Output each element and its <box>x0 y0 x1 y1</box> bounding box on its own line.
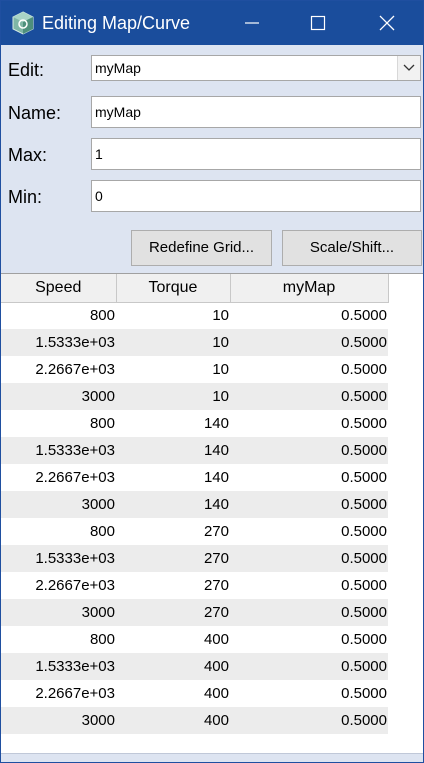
cell-torque[interactable]: 270 <box>116 572 230 599</box>
minimize-icon <box>245 22 259 24</box>
cell-speed[interactable]: 3000 <box>1 599 116 626</box>
cell-torque[interactable]: 140 <box>116 437 230 464</box>
scale-shift-button[interactable]: Scale/Shift... <box>282 230 422 266</box>
map-curve-editor-window: Editing Map/Curve Edit: myMap Name: myMa… <box>0 0 424 763</box>
cell-torque[interactable]: 270 <box>116 518 230 545</box>
edit-select[interactable]: myMap <box>91 55 421 81</box>
map-curve-icon <box>11 11 35 35</box>
cell-speed[interactable]: 800 <box>1 410 116 437</box>
cell-torque[interactable]: 400 <box>116 707 230 734</box>
window-bottom-edge <box>1 753 423 762</box>
table-row[interactable]: 1.5333e+03 400 0.5000 <box>1 653 388 680</box>
edit-label: Edit: <box>8 60 45 80</box>
cell-torque[interactable]: 10 <box>116 302 230 329</box>
table-row[interactable]: 2.2667e+03 270 0.5000 <box>1 572 388 599</box>
name-label: Name: <box>8 103 62 123</box>
cell-mymap[interactable]: 0.5000 <box>230 356 388 383</box>
close-icon <box>379 15 395 31</box>
map-data-grid[interactable]: Speed Torque myMap 800 10 0.5000 1.5333e+03… <box>1 273 423 754</box>
minimize-button[interactable] <box>229 1 275 45</box>
cell-mymap[interactable]: 0.5000 <box>230 302 388 329</box>
cell-mymap[interactable]: 0.5000 <box>230 518 388 545</box>
maximize-icon <box>310 15 326 31</box>
cell-torque[interactable]: 10 <box>116 383 230 410</box>
cell-speed[interactable]: 800 <box>1 518 116 545</box>
cell-speed[interactable]: 3000 <box>1 491 116 518</box>
table-row[interactable]: 2.2667e+03 10 0.5000 <box>1 356 388 383</box>
cell-mymap[interactable]: 0.5000 <box>230 383 388 410</box>
cell-torque[interactable]: 10 <box>116 329 230 356</box>
cell-speed[interactable]: 2.2667e+03 <box>1 572 116 599</box>
cell-mymap[interactable]: 0.5000 <box>230 626 388 653</box>
maximize-button[interactable] <box>295 1 341 45</box>
table-row[interactable]: 800 270 0.5000 <box>1 518 388 545</box>
max-label: Max: <box>8 145 48 165</box>
table-row[interactable]: 800 400 0.5000 <box>1 626 388 653</box>
cell-torque[interactable]: 400 <box>116 626 230 653</box>
chevron-down-icon <box>403 64 415 71</box>
cell-torque[interactable]: 400 <box>116 680 230 707</box>
table-row[interactable]: 1.5333e+03 270 0.5000 <box>1 545 388 572</box>
cell-speed[interactable]: 1.5333e+03 <box>1 653 116 680</box>
cell-mymap[interactable]: 0.5000 <box>230 437 388 464</box>
table-body: 800 10 0.5000 1.5333e+03 10 0.5000 2.2667e+03 1… <box>1 302 388 734</box>
cell-torque[interactable]: 140 <box>116 410 230 437</box>
table-row[interactable]: 1.5333e+03 10 0.5000 <box>1 329 388 356</box>
cell-mymap[interactable]: 0.5000 <box>230 410 388 437</box>
cell-torque[interactable]: 140 <box>116 464 230 491</box>
title-bar[interactable]: Editing Map/Curve <box>1 1 423 45</box>
cell-speed[interactable]: 1.5333e+03 <box>1 437 116 464</box>
cell-torque[interactable]: 400 <box>116 653 230 680</box>
close-button[interactable] <box>364 1 410 45</box>
cell-speed[interactable]: 2.2667e+03 <box>1 464 116 491</box>
table-row[interactable]: 800 10 0.5000 <box>1 302 388 329</box>
cell-speed[interactable]: 800 <box>1 626 116 653</box>
cell-torque[interactable]: 10 <box>116 356 230 383</box>
cell-mymap[interactable]: 0.5000 <box>230 572 388 599</box>
cell-speed[interactable]: 2.2667e+03 <box>1 680 116 707</box>
min-label: Min: <box>8 187 43 207</box>
name-field[interactable]: myMap <box>91 96 421 128</box>
table-row[interactable]: 3000 270 0.5000 <box>1 599 388 626</box>
cell-speed[interactable]: 3000 <box>1 383 116 410</box>
max-field[interactable]: 1 <box>91 138 421 170</box>
cell-mymap[interactable]: 0.5000 <box>230 653 388 680</box>
dropdown-button[interactable] <box>397 56 420 80</box>
column-header-mymap[interactable]: myMap <box>230 274 389 303</box>
cell-torque[interactable]: 270 <box>116 599 230 626</box>
table-row[interactable]: 2.2667e+03 140 0.5000 <box>1 464 388 491</box>
cell-mymap[interactable]: 0.5000 <box>230 707 388 734</box>
table-header-row: Speed Torque myMap <box>1 274 389 303</box>
edit-select-value: myMap <box>95 60 141 76</box>
map-table: Speed Torque myMap 800 10 0.5000 1.5333e+03… <box>1 274 389 734</box>
cell-mymap[interactable]: 0.5000 <box>230 464 388 491</box>
cell-mymap[interactable]: 0.5000 <box>230 599 388 626</box>
cell-mymap[interactable]: 0.5000 <box>230 680 388 707</box>
min-field[interactable]: 0 <box>91 180 421 212</box>
table-row[interactable]: 800 140 0.5000 <box>1 410 388 437</box>
cell-speed[interactable]: 1.5333e+03 <box>1 545 116 572</box>
redefine-grid-button[interactable]: Redefine Grid... <box>131 230 272 266</box>
cell-mymap[interactable]: 0.5000 <box>230 491 388 518</box>
cell-speed[interactable]: 2.2667e+03 <box>1 356 116 383</box>
table-row[interactable]: 3000 400 0.5000 <box>1 707 388 734</box>
window-title: Editing Map/Curve <box>42 13 191 33</box>
table-row[interactable]: 3000 10 0.5000 <box>1 383 388 410</box>
column-header-torque[interactable]: Torque <box>116 274 231 303</box>
table-row[interactable]: 1.5333e+03 140 0.5000 <box>1 437 388 464</box>
cell-mymap[interactable]: 0.5000 <box>230 329 388 356</box>
cell-torque[interactable]: 270 <box>116 545 230 572</box>
table-row[interactable]: 2.2667e+03 400 0.5000 <box>1 680 388 707</box>
cell-torque[interactable]: 140 <box>116 491 230 518</box>
cell-speed[interactable]: 1.5333e+03 <box>1 329 116 356</box>
column-header-speed[interactable]: Speed <box>1 274 117 303</box>
cell-speed[interactable]: 3000 <box>1 707 116 734</box>
table-row[interactable]: 3000 140 0.5000 <box>1 491 388 518</box>
cell-mymap[interactable]: 0.5000 <box>230 545 388 572</box>
cell-speed[interactable]: 800 <box>1 302 116 329</box>
